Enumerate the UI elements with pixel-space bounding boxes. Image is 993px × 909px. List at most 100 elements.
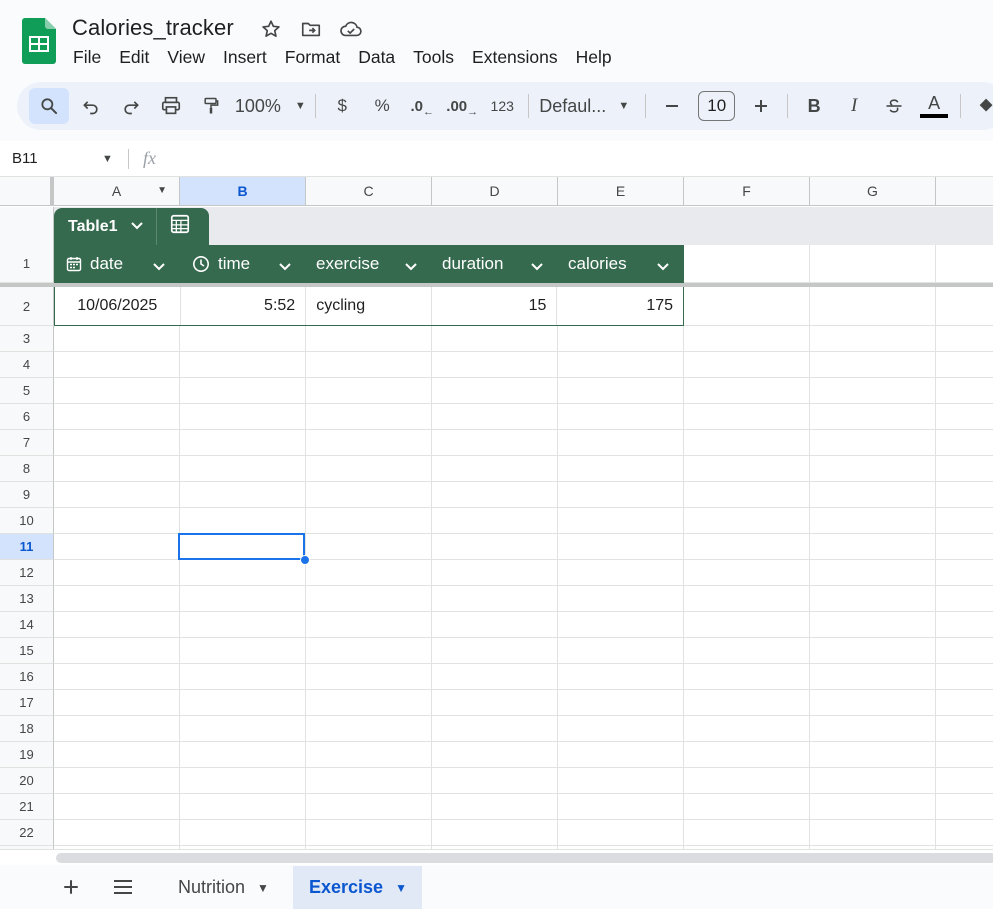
- column-header-b[interactable]: B: [180, 177, 306, 206]
- move-folder-icon[interactable]: [298, 16, 324, 42]
- chevron-down-icon[interactable]: [404, 257, 418, 277]
- row-header-4[interactable]: 4: [0, 352, 54, 378]
- row-header-6[interactable]: 6: [0, 404, 54, 430]
- cell-c2[interactable]: cycling: [306, 287, 432, 325]
- row-header-9[interactable]: 9: [0, 482, 54, 508]
- document-title[interactable]: Calories_tracker: [72, 15, 234, 41]
- sheet-tab-nutrition[interactable]: Nutrition ▼: [162, 866, 285, 909]
- menu-edit[interactable]: Edit: [110, 45, 158, 69]
- more-formats-button[interactable]: 123: [484, 88, 520, 124]
- row-header-16[interactable]: 16: [0, 664, 54, 690]
- row-header-20[interactable]: 20: [0, 768, 54, 794]
- increase-decimal-button[interactable]: .00 →: [444, 88, 480, 124]
- row-header-11[interactable]: 11: [0, 534, 54, 560]
- menu-help[interactable]: Help: [567, 45, 621, 69]
- row-header-2[interactable]: 2: [0, 287, 54, 326]
- row-header-15[interactable]: 15: [0, 638, 54, 664]
- column-header-f[interactable]: F: [684, 177, 810, 206]
- format-currency-button[interactable]: $: [324, 88, 360, 124]
- menu-view[interactable]: View: [158, 45, 214, 69]
- font-family-select[interactable]: Defaul... ▼: [537, 88, 629, 124]
- all-sheets-button[interactable]: [112, 878, 134, 901]
- column-label: A: [111, 183, 122, 199]
- menu-format[interactable]: Format: [276, 45, 349, 69]
- menu-file[interactable]: File: [64, 45, 110, 69]
- search-menus-button[interactable]: [29, 88, 70, 124]
- table-header-date[interactable]: date: [54, 245, 180, 283]
- star-icon[interactable]: [258, 16, 284, 42]
- row-header-1[interactable]: 1: [0, 245, 54, 283]
- cell-a2[interactable]: 10/06/2025: [55, 287, 181, 325]
- row-header-3[interactable]: 3: [0, 326, 54, 352]
- chevron-down-icon[interactable]: [278, 257, 292, 277]
- strikethrough-button[interactable]: [876, 88, 912, 124]
- chevron-down-icon[interactable]: ▼: [395, 881, 407, 895]
- cell-b2[interactable]: 5:52: [181, 287, 307, 325]
- chevron-down-icon[interactable]: [530, 257, 544, 277]
- column-header-c[interactable]: C: [306, 177, 432, 206]
- table-header-exercise[interactable]: exercise: [306, 245, 432, 283]
- menu-tools[interactable]: Tools: [404, 45, 463, 69]
- column-header-d[interactable]: D: [432, 177, 558, 206]
- font-size-input[interactable]: 10: [698, 91, 736, 121]
- paint-format-button[interactable]: [193, 88, 229, 124]
- cell-e2[interactable]: 175: [557, 287, 683, 325]
- select-all-corner[interactable]: [0, 177, 54, 206]
- spreadsheet-grid[interactable]: A ▼ B C D E F G 1 2 3 4 5 6 7 8 9 10 11 …: [0, 177, 993, 849]
- column-header-h[interactable]: [936, 177, 993, 206]
- sheets-logo-icon[interactable]: [22, 18, 56, 64]
- row-header-13[interactable]: 13: [0, 586, 54, 612]
- table-header-calories[interactable]: calories: [558, 245, 684, 283]
- menu-insert[interactable]: Insert: [214, 45, 276, 69]
- table-calculator-icon[interactable]: [169, 213, 191, 240]
- table-header-time[interactable]: time: [180, 245, 306, 283]
- menu-data[interactable]: Data: [349, 45, 404, 69]
- table-name-chip[interactable]: Table1: [54, 208, 209, 245]
- row-header-5[interactable]: 5: [0, 378, 54, 404]
- chevron-down-icon[interactable]: ▼: [157, 185, 167, 196]
- sheet-tab-exercise[interactable]: Exercise ▼: [293, 866, 422, 909]
- chevron-down-icon[interactable]: ▼: [102, 153, 113, 165]
- menu-extensions[interactable]: Extensions: [463, 45, 567, 69]
- active-cell-selection[interactable]: [178, 533, 305, 560]
- decrease-font-size-button[interactable]: [654, 88, 690, 124]
- bold-button[interactable]: B: [796, 88, 832, 124]
- cell-d2[interactable]: 15: [432, 287, 558, 325]
- undo-button[interactable]: [73, 88, 109, 124]
- row-header-19[interactable]: 19: [0, 742, 54, 768]
- row-header-7[interactable]: 7: [0, 430, 54, 456]
- row-header-8[interactable]: 8: [0, 456, 54, 482]
- italic-button[interactable]: I: [836, 88, 872, 124]
- horizontal-scrollbar[interactable]: [0, 849, 993, 865]
- print-button[interactable]: [153, 88, 189, 124]
- fill-color-button[interactable]: [969, 88, 993, 124]
- name-box[interactable]: B11: [12, 150, 38, 167]
- row-header-18[interactable]: 18: [0, 716, 54, 742]
- row-header-17[interactable]: 17: [0, 690, 54, 716]
- row-header-10[interactable]: 10: [0, 508, 54, 534]
- cloud-saved-icon[interactable]: [338, 16, 364, 42]
- column-header-a[interactable]: A ▼: [54, 177, 180, 206]
- formula-input[interactable]: [180, 149, 960, 169]
- decrease-decimal-button[interactable]: .0 ←: [404, 88, 440, 124]
- increase-font-size-button[interactable]: [743, 88, 779, 124]
- format-percent-button[interactable]: %: [364, 88, 400, 124]
- column-header-g[interactable]: G: [810, 177, 936, 206]
- row-header-22[interactable]: 22: [0, 820, 54, 846]
- add-sheet-button[interactable]: [62, 876, 80, 902]
- chevron-down-icon[interactable]: [130, 218, 144, 236]
- row-header-12[interactable]: 12: [0, 560, 54, 586]
- row-header-14[interactable]: 14: [0, 612, 54, 638]
- row-header-21[interactable]: 21: [0, 794, 54, 820]
- zoom-select[interactable]: 100% ▼: [233, 88, 307, 124]
- redo-button[interactable]: [113, 88, 149, 124]
- chevron-down-icon[interactable]: [656, 257, 670, 277]
- table-header-duration[interactable]: duration: [432, 245, 558, 283]
- column-header-e[interactable]: E: [558, 177, 684, 206]
- scrollbar-thumb[interactable]: [56, 853, 993, 863]
- grid-line: [54, 663, 993, 664]
- chevron-down-icon[interactable]: ▼: [257, 881, 269, 895]
- text-color-button[interactable]: A: [916, 88, 952, 124]
- chevron-down-icon[interactable]: [152, 257, 166, 277]
- fill-handle[interactable]: [300, 555, 310, 565]
